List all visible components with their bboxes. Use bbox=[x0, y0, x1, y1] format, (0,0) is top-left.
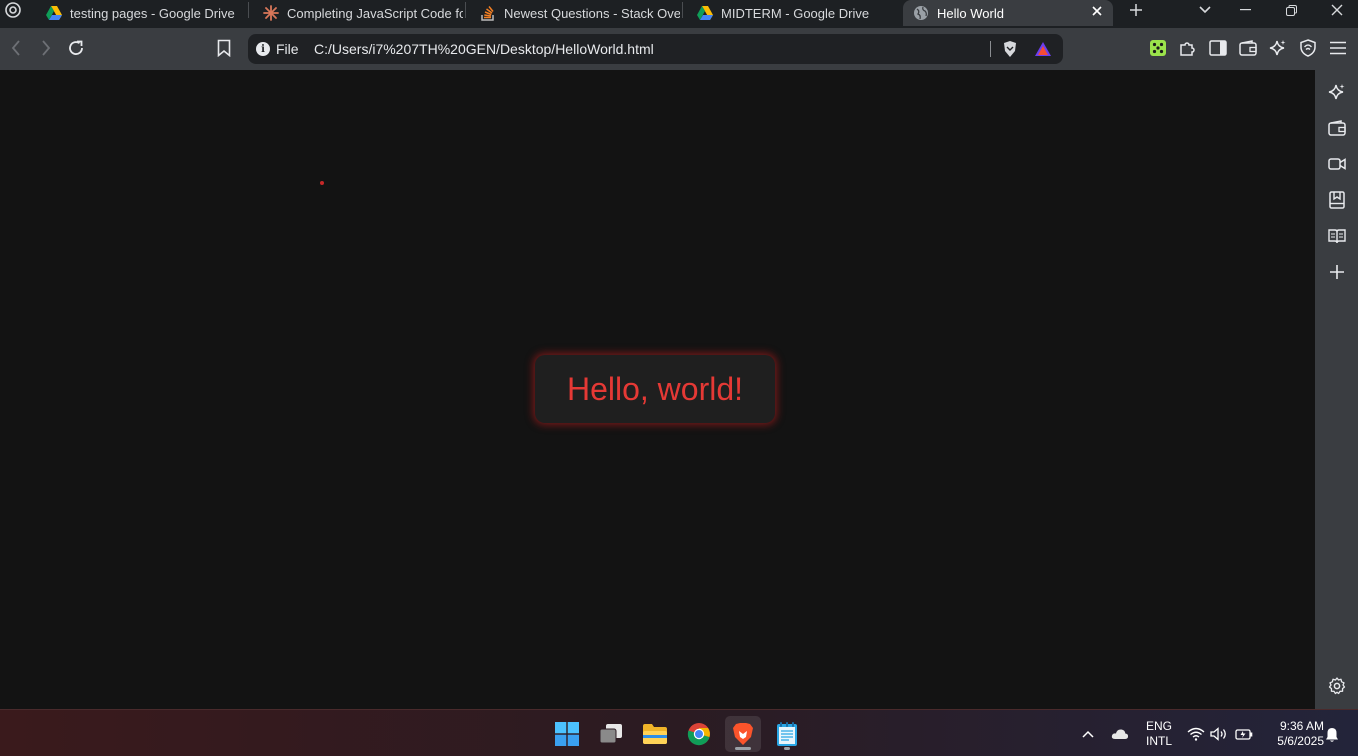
settings-gear-icon[interactable] bbox=[1326, 675, 1348, 697]
add-panel-plus-icon[interactable] bbox=[1326, 261, 1348, 283]
show-hidden-icons-chevron-up-icon[interactable] bbox=[1078, 724, 1098, 744]
extension-dice-icon[interactable] bbox=[1146, 36, 1170, 60]
clock-date: 5/6/2025 bbox=[1277, 734, 1324, 748]
notepad-icon[interactable] bbox=[769, 716, 805, 752]
tab-title: MIDTERM - Google Drive bbox=[721, 5, 870, 21]
volume-speaker-icon[interactable] bbox=[1209, 724, 1229, 744]
file-explorer-icon[interactable] bbox=[637, 716, 673, 752]
new-tab-button[interactable] bbox=[1121, 0, 1151, 20]
clock[interactable]: 9:36 AM 5/6/2025 bbox=[1262, 719, 1324, 749]
leo-ai-sparkle-icon[interactable] bbox=[1326, 81, 1348, 103]
active-app-indicator bbox=[735, 747, 751, 750]
red-dot bbox=[320, 181, 324, 185]
tab-testing-pages[interactable]: testing pages - Google Drive bbox=[36, 0, 246, 26]
tab-separator bbox=[682, 2, 683, 18]
page-viewport: Hello, world! bbox=[0, 70, 1315, 709]
minimize-button[interactable] bbox=[1230, 0, 1260, 20]
battery-charging-icon[interactable] bbox=[1234, 724, 1254, 744]
bookmarks-save-icon[interactable] bbox=[1326, 189, 1348, 211]
brave-shields-icon[interactable] bbox=[998, 37, 1022, 61]
omnibox-divider bbox=[990, 41, 991, 57]
leo-ai-sparkle-icon[interactable] bbox=[1266, 36, 1290, 60]
tab-strip: testing pages - Google Drive Completing … bbox=[0, 0, 1358, 30]
bookmark-icon[interactable] bbox=[212, 36, 236, 60]
vpn-shield-icon[interactable] bbox=[1296, 36, 1320, 60]
chrome-icon[interactable] bbox=[681, 716, 717, 752]
claude-icon bbox=[263, 5, 279, 21]
site-info-label: File bbox=[276, 41, 299, 57]
notification-bell-icon[interactable] bbox=[1322, 725, 1342, 745]
tab-search-chevron-down-icon[interactable] bbox=[1190, 0, 1220, 20]
windows-taskbar: ENG INTL 9:36 AM 5/6/2025 bbox=[0, 709, 1358, 756]
running-app-indicator bbox=[784, 747, 790, 750]
tab-midterm[interactable]: MIDTERM - Google Drive bbox=[687, 0, 897, 26]
globe-icon bbox=[913, 5, 929, 21]
hamburger-menu-icon[interactable] bbox=[1326, 36, 1350, 60]
browser-toolbar: i File C:/Users/i7%207TH%20GEN/Desktop/H… bbox=[0, 28, 1358, 70]
info-icon: i bbox=[256, 42, 270, 56]
windows-start-icon[interactable] bbox=[549, 716, 585, 752]
hello-card: Hello, world! bbox=[535, 355, 775, 423]
wifi-icon[interactable] bbox=[1186, 724, 1206, 744]
reload-icon[interactable] bbox=[64, 36, 88, 60]
hello-message: Hello, world! bbox=[566, 370, 744, 407]
onedrive-cloud-icon[interactable] bbox=[1110, 724, 1130, 744]
tab-stack-overflow[interactable]: Newest Questions - Stack Overf bbox=[470, 0, 680, 26]
side-panel bbox=[1315, 70, 1358, 709]
close-window-button[interactable] bbox=[1322, 0, 1352, 20]
keyboard-layout: INTL bbox=[1145, 734, 1172, 748]
tab-title: Completing JavaScript Code for bbox=[287, 5, 463, 21]
extensions-puzzle-icon[interactable] bbox=[1176, 36, 1200, 60]
google-drive-icon bbox=[697, 5, 713, 21]
brave-rewards-icon[interactable] bbox=[1031, 37, 1055, 61]
tab-hello-world[interactable]: Hello World bbox=[903, 0, 1113, 26]
close-tab-icon[interactable] bbox=[1089, 3, 1105, 19]
tab-completing-javascript[interactable]: Completing JavaScript Code for bbox=[253, 0, 463, 26]
wallet-icon[interactable] bbox=[1326, 117, 1348, 139]
forward-arrow-icon[interactable] bbox=[34, 36, 58, 60]
tab-title: Newest Questions - Stack Overf bbox=[504, 5, 680, 21]
language-code: ENG bbox=[1145, 719, 1172, 733]
video-camera-icon[interactable] bbox=[1326, 153, 1348, 175]
reading-list-book-icon[interactable] bbox=[1326, 225, 1348, 247]
google-drive-icon bbox=[46, 5, 62, 21]
sidebar-toggle-icon[interactable] bbox=[1206, 36, 1230, 60]
clock-time: 9:36 AM bbox=[1279, 719, 1324, 733]
tab-separator bbox=[248, 2, 249, 18]
task-view-icon[interactable] bbox=[593, 716, 629, 752]
brave-browser-icon[interactable] bbox=[725, 716, 761, 752]
address-bar[interactable]: i File C:/Users/i7%207TH%20GEN/Desktop/H… bbox=[248, 34, 1063, 64]
restore-button[interactable] bbox=[1276, 0, 1306, 20]
wallet-icon[interactable] bbox=[1236, 36, 1260, 60]
stack-overflow-icon bbox=[480, 5, 496, 21]
tab-title: testing pages - Google Drive bbox=[70, 5, 235, 21]
tab-title: Hello World bbox=[937, 5, 1004, 21]
site-info-button[interactable]: i File bbox=[256, 41, 299, 57]
input-language-indicator[interactable]: ENG INTL bbox=[1142, 719, 1176, 749]
tab-separator bbox=[465, 2, 466, 18]
back-arrow-icon[interactable] bbox=[4, 36, 28, 60]
url-text[interactable]: C:/Users/i7%207TH%20GEN/Desktop/HelloWor… bbox=[314, 41, 654, 57]
browser-app-menu-icon[interactable] bbox=[4, 1, 22, 19]
